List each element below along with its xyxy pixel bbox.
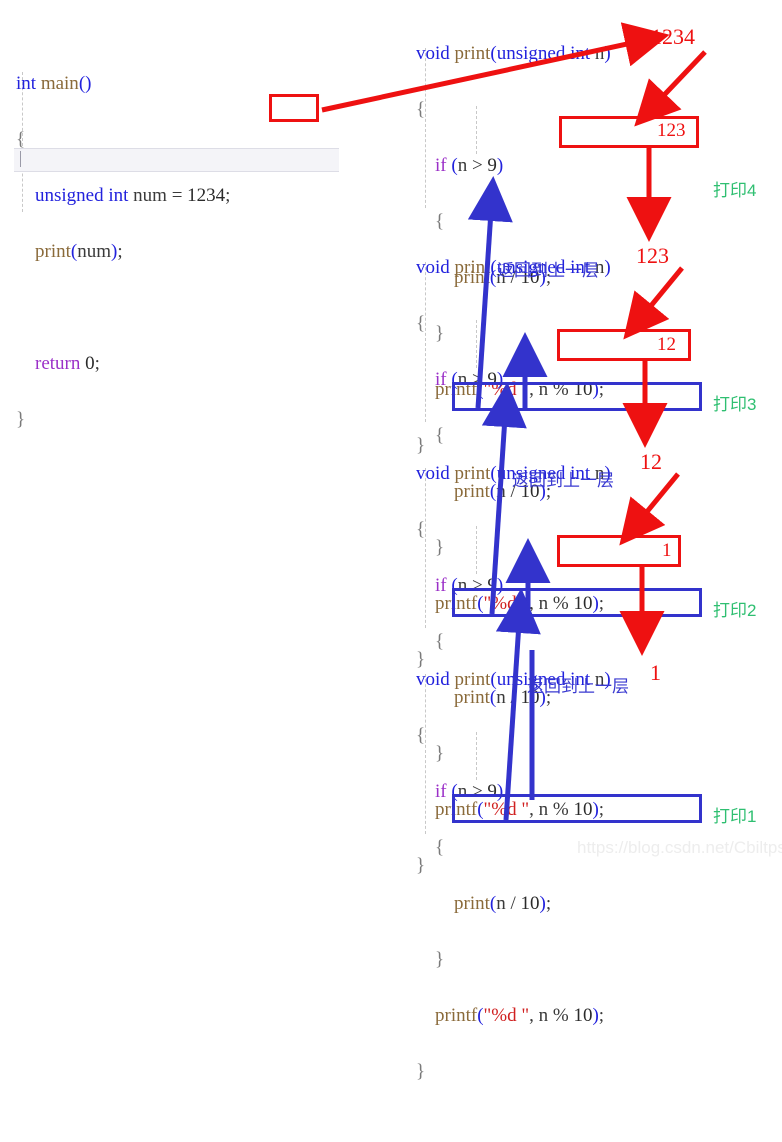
frame-4-arg-value: 1 <box>650 660 661 685</box>
frame-4-call: print(n / 10); <box>454 893 552 914</box>
frame-4-close-brace: } <box>416 1061 426 1082</box>
diagram-canvas: int main() { unsigned int num = 1234; pr… <box>0 0 782 1082</box>
frame-3-arg-value: 12 <box>640 449 662 474</box>
frame-1-open-brace: { <box>416 99 426 120</box>
frame-4-code: void print(unsigned int n) { if (n > 9) … <box>416 638 611 1142</box>
frame-1-if: if (n > 9) <box>435 155 504 176</box>
frame-2-if: if (n > 9) <box>435 369 504 390</box>
watermark: https://blog.csdn.net/Cbiltps <box>577 838 782 857</box>
frame-4-if: if (n > 9) <box>435 781 504 802</box>
main-line-6: } <box>16 409 26 430</box>
frame-2-open-brace: { <box>416 313 426 334</box>
frame-4-print-label: 打印1 <box>713 807 757 826</box>
main-line-1: { <box>16 129 26 150</box>
main-line-4 <box>16 294 230 322</box>
frame-2-print-label: 打印3 <box>713 395 757 414</box>
highlight-box-main-value <box>269 94 319 122</box>
frame-1-arg-value: 1234 <box>651 24 695 49</box>
main-line-5: return 0; <box>35 353 100 374</box>
frame-1-print-label: 打印4 <box>713 181 757 200</box>
frame-4-printf: printf("%d ", n % 10); <box>435 1005 605 1026</box>
frame-3-open-brace: { <box>416 519 426 540</box>
frame-1-passed-value: 123 <box>657 120 686 141</box>
frame-3-passed-value: 1 <box>662 540 672 561</box>
main-code-block: int main() { unsigned int num = 1234; pr… <box>16 42 230 490</box>
arrow-frame1-value-to-call <box>634 50 707 127</box>
frame-2-return-label: 返回到上一层 <box>497 261 599 280</box>
frame-4-return-label: 返回到上一层 <box>527 677 629 696</box>
frame-4-open-brace: { <box>416 725 426 746</box>
frame-2-arg-value: 123 <box>636 243 669 268</box>
frame-4-if-close: } <box>435 949 445 970</box>
frame-1-signature: void print(unsigned int n) <box>416 43 611 64</box>
frame-2-passed-value: 12 <box>657 334 676 355</box>
arrow-frame3-value-to-call <box>619 472 680 546</box>
main-line-3: print(num); <box>35 241 123 262</box>
frame-3-return-label: 返回到上一层 <box>512 471 614 490</box>
arrow-frame2-value-to-call <box>623 266 684 340</box>
main-line-2: unsigned int num = 1234; <box>35 185 231 206</box>
frame-3-print-label: 打印2 <box>713 601 757 620</box>
frame-3-if: if (n > 9) <box>435 575 504 596</box>
main-line-0: int main() <box>16 73 92 94</box>
